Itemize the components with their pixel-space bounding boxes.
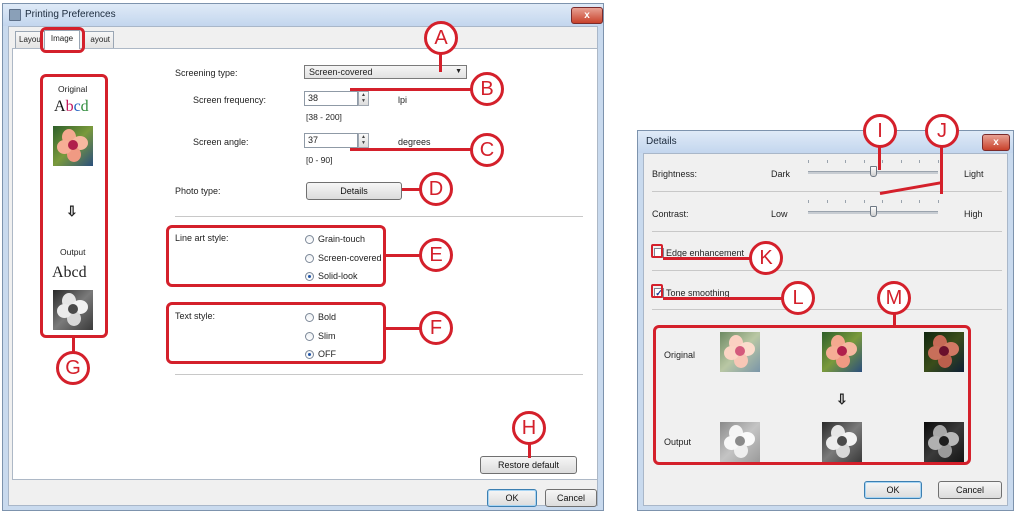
brightness-max-label: Light <box>964 169 984 179</box>
callout-m: M <box>877 281 911 315</box>
contrast-slider[interactable] <box>808 197 940 223</box>
slider-tick <box>864 200 865 203</box>
callout-j: J <box>925 114 959 148</box>
printer-icon <box>9 9 21 21</box>
slider-tick <box>827 160 828 163</box>
contrast-max-label: High <box>964 209 983 219</box>
ok-button[interactable]: OK <box>487 489 537 507</box>
slider-tick <box>827 200 828 203</box>
callout-f: F <box>419 311 453 345</box>
connector-h <box>528 443 531 458</box>
separator <box>652 191 1002 192</box>
screen-angle-input[interactable]: 37 <box>304 133 358 148</box>
title-bar: Printing Preferences x <box>3 4 603 26</box>
slider-tick <box>864 160 865 163</box>
tab-image[interactable]: Image <box>44 30 80 49</box>
callout-h: H <box>512 411 546 445</box>
screening-type-label: Screening type: <box>175 68 238 78</box>
contrast-label: Contrast: <box>652 209 689 219</box>
restore-default-button[interactable]: Restore default <box>480 456 577 474</box>
highlight-edge-enhancement <box>651 244 663 258</box>
brightness-label: Brightness: <box>652 169 698 179</box>
highlight-details-preview <box>653 325 971 465</box>
slider-tick <box>901 160 902 163</box>
connector-c <box>350 148 472 151</box>
slider-tick <box>845 160 846 163</box>
callout-k: K <box>749 241 783 275</box>
brightness-min-label: Dark <box>771 169 791 179</box>
slider-tick <box>882 160 883 163</box>
cancel-button[interactable]: Cancel <box>545 489 597 507</box>
screening-type-dropdown[interactable]: Screen-covered ▼ <box>304 65 467 79</box>
highlight-preview-column <box>40 74 108 338</box>
callout-a: A <box>424 21 458 55</box>
photo-type-label: Photo type: <box>175 186 221 196</box>
connector-k <box>663 257 751 260</box>
connector-b <box>350 88 472 91</box>
callout-e: E <box>419 238 453 272</box>
close-button[interactable]: x <box>571 7 603 24</box>
separator <box>175 216 583 217</box>
connector-e <box>385 254 421 257</box>
screen-frequency-range: [38 - 200] <box>306 112 342 122</box>
separator <box>175 374 583 375</box>
connector-l <box>663 297 783 300</box>
slider-tick <box>919 160 920 163</box>
highlight-text-style <box>166 302 386 364</box>
slider-tick <box>808 160 809 163</box>
spin-down-icon: ▼ <box>361 140 366 146</box>
screen-angle-spinner[interactable]: ▲ ▼ <box>358 133 369 148</box>
spin-down-icon: ▼ <box>361 98 366 104</box>
slider-tick <box>808 200 809 203</box>
details-cancel-button[interactable]: Cancel <box>938 481 1002 499</box>
slider-tick <box>938 160 939 163</box>
highlight-tone-smoothing <box>651 284 663 298</box>
screen-frequency-unit: lpi <box>398 95 408 105</box>
screen-frequency-label: Screen frequency: <box>193 95 267 105</box>
slider-tick <box>845 200 846 203</box>
tab-finishing[interactable]: ayout <box>84 31 114 48</box>
slider-tick <box>919 200 920 203</box>
separator <box>652 231 1002 232</box>
callout-c: C <box>470 133 504 167</box>
screen-angle-unit: degrees <box>398 137 431 147</box>
brightness-slider[interactable] <box>808 157 940 183</box>
slider-tick <box>882 200 883 203</box>
callout-b: B <box>470 72 504 106</box>
screen-angle-label: Screen angle: <box>193 137 249 147</box>
connector-i <box>878 146 881 170</box>
connector-a <box>439 52 442 72</box>
slider-tick <box>938 200 939 203</box>
connector-f <box>385 327 421 330</box>
screen-frequency-spinner[interactable]: ▲ ▼ <box>358 91 369 106</box>
dropdown-arrow-icon: ▼ <box>455 68 462 75</box>
separator <box>652 309 1002 310</box>
callout-g: G <box>56 351 90 385</box>
callout-i: I <box>863 114 897 148</box>
details-close-button[interactable]: x <box>982 134 1010 151</box>
details-ok-button[interactable]: OK <box>864 481 922 499</box>
connector-j <box>940 146 943 194</box>
screen-angle-range: [0 - 90] <box>306 155 333 165</box>
highlight-line-art-style <box>166 225 386 287</box>
screening-type-value: Screen-covered <box>309 67 373 77</box>
brightness-slider-thumb[interactable] <box>870 166 877 177</box>
screen-frequency-input[interactable]: 38 <box>304 91 358 106</box>
callout-l: L <box>781 281 815 315</box>
window-title: Printing Preferences <box>25 9 116 20</box>
callout-d: D <box>419 172 453 206</box>
separator <box>652 270 1002 271</box>
details-button[interactable]: Details <box>306 182 402 200</box>
slider-tick <box>901 200 902 203</box>
contrast-slider-thumb[interactable] <box>870 206 877 217</box>
details-window-title: Details <box>646 136 677 147</box>
contrast-min-label: Low <box>771 209 788 219</box>
